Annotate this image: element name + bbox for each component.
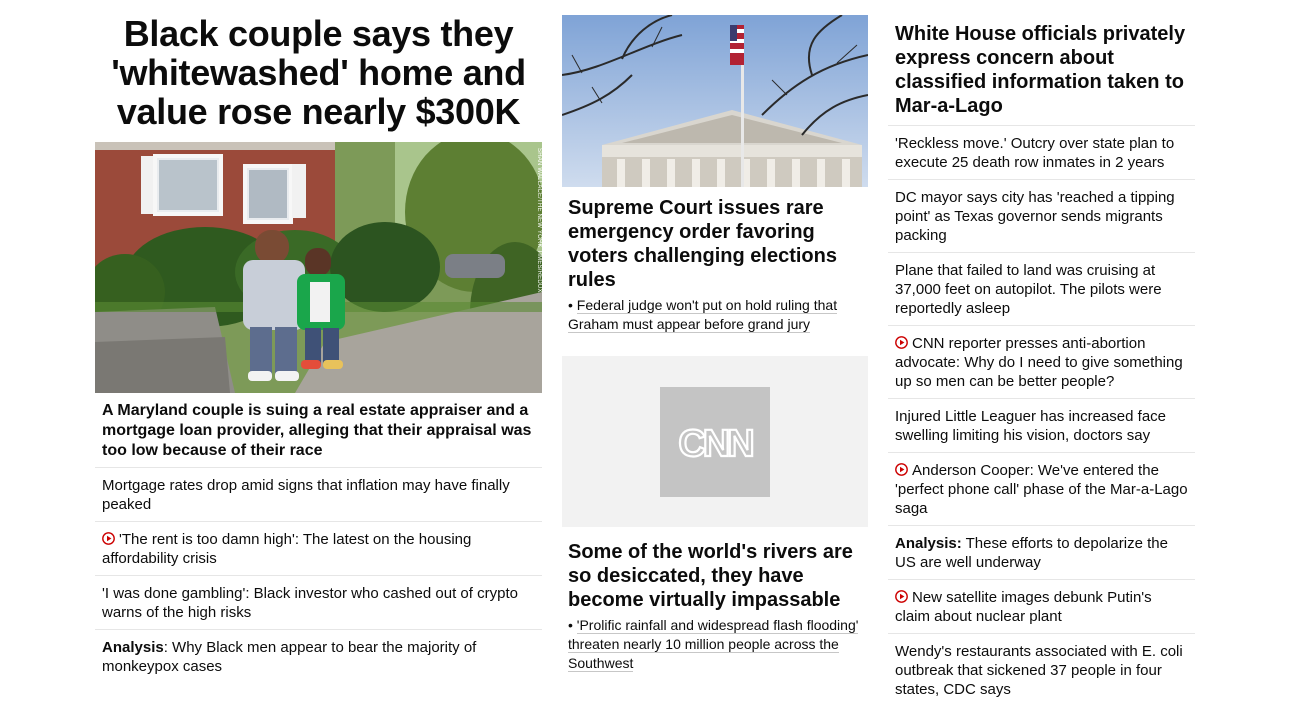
- play-circle-icon: [895, 463, 908, 476]
- story-text: Anderson Cooper: We've entered the 'perf…: [895, 462, 1188, 517]
- list-item[interactable]: CNN reporter presses anti-abortion advoc…: [888, 325, 1195, 398]
- list-item[interactable]: DC mayor says city has 'reached a tippin…: [888, 179, 1195, 252]
- list-item[interactable]: 'I was done gambling': Black investor wh…: [95, 575, 542, 629]
- cnn-logo-text: CNN: [678, 423, 752, 464]
- story-text: Mortgage rates drop amid signs that infl…: [102, 477, 510, 513]
- list-item[interactable]: Mortgage rates drop amid signs that infl…: [95, 467, 542, 521]
- cnn-logo: CNN: [677, 422, 756, 464]
- list-item[interactable]: Anderson Cooper: We've entered the 'perf…: [888, 452, 1195, 525]
- play-circle-icon: [895, 590, 908, 603]
- list-item[interactable]: Wendy's restaurants associated with E. c…: [888, 633, 1195, 706]
- news-homepage: Black couple says they 'whitewashed' hom…: [0, 0, 1290, 707]
- list-item[interactable]: 'The rent is too damn high': The latest …: [95, 521, 542, 575]
- graham-bullet-link[interactable]: • Federal judge won't put on hold ruling…: [568, 296, 860, 334]
- top-stories-list: 'Reckless move.' Outcry over state plan …: [888, 125, 1195, 706]
- list-item[interactable]: Plane that failed to land was cruising a…: [888, 252, 1195, 325]
- story-text: Wendy's restaurants associated with E. c…: [895, 643, 1183, 698]
- story-text: 'The rent is too damn high': The latest …: [102, 531, 472, 567]
- white-house-headline-link[interactable]: White House officials privately express …: [895, 22, 1190, 118]
- list-item[interactable]: Injured Little Leaguer has increased fac…: [888, 398, 1195, 452]
- play-circle-icon: [895, 336, 908, 349]
- couple-photo-illustration: [95, 142, 542, 393]
- story-text: Plane that failed to land was cruising a…: [895, 262, 1162, 317]
- list-item[interactable]: Analysis: Why Black men appear to bear t…: [95, 629, 542, 683]
- list-item[interactable]: 'Reckless move.' Outcry over state plan …: [888, 125, 1195, 179]
- analysis-label: Analysis:: [895, 535, 962, 552]
- story-text: CNN reporter presses anti-abortion advoc…: [895, 335, 1183, 390]
- story-text: DC mayor says city has 'reached a tippin…: [895, 189, 1175, 244]
- list-item[interactable]: New satellite images debunk Putin's clai…: [888, 579, 1195, 633]
- story-text: 'I was done gambling': Black investor wh…: [102, 585, 518, 621]
- lead-story-caption-link[interactable]: A Maryland couple is suing a real estate…: [102, 401, 537, 461]
- supreme-court-illustration: [562, 15, 868, 187]
- related-stories-list: Mortgage rates drop amid signs that infl…: [95, 467, 542, 683]
- image-placeholder[interactable]: CNN: [562, 356, 868, 527]
- lead-headline-link[interactable]: Black couple says they 'whitewashed' hom…: [95, 14, 542, 131]
- lead-story-photo[interactable]: [95, 142, 542, 393]
- story-text: New satellite images debunk Putin's clai…: [895, 589, 1152, 625]
- bullet-text: 'Prolific rainfall and widespread flash …: [568, 617, 859, 672]
- analysis-label: Analysis: [102, 639, 164, 656]
- flooding-bullet-link[interactable]: • 'Prolific rainfall and widespread flas…: [568, 616, 860, 673]
- story-text: 'Reckless move.' Outcry over state plan …: [895, 135, 1175, 171]
- cnn-logo-tile: CNN: [660, 387, 770, 497]
- bullet-text: Federal judge won't put on hold ruling t…: [568, 297, 838, 333]
- story-text: Injured Little Leaguer has increased fac…: [895, 408, 1167, 444]
- rivers-headline-link[interactable]: Some of the world's rivers are so desicc…: [568, 540, 860, 612]
- play-circle-icon: [102, 532, 115, 545]
- list-item[interactable]: Analysis: These efforts to depolarize th…: [888, 525, 1195, 579]
- supreme-court-photo[interactable]: [562, 15, 868, 187]
- lead-story-column: Black couple says they 'whitewashed' hom…: [95, 0, 542, 675]
- photo-credit: SHAN WALLACE/THE NEW YORK TIMES/REDUX: [536, 148, 542, 293]
- supreme-court-headline-link[interactable]: Supreme Court issues rare emergency orde…: [568, 196, 860, 292]
